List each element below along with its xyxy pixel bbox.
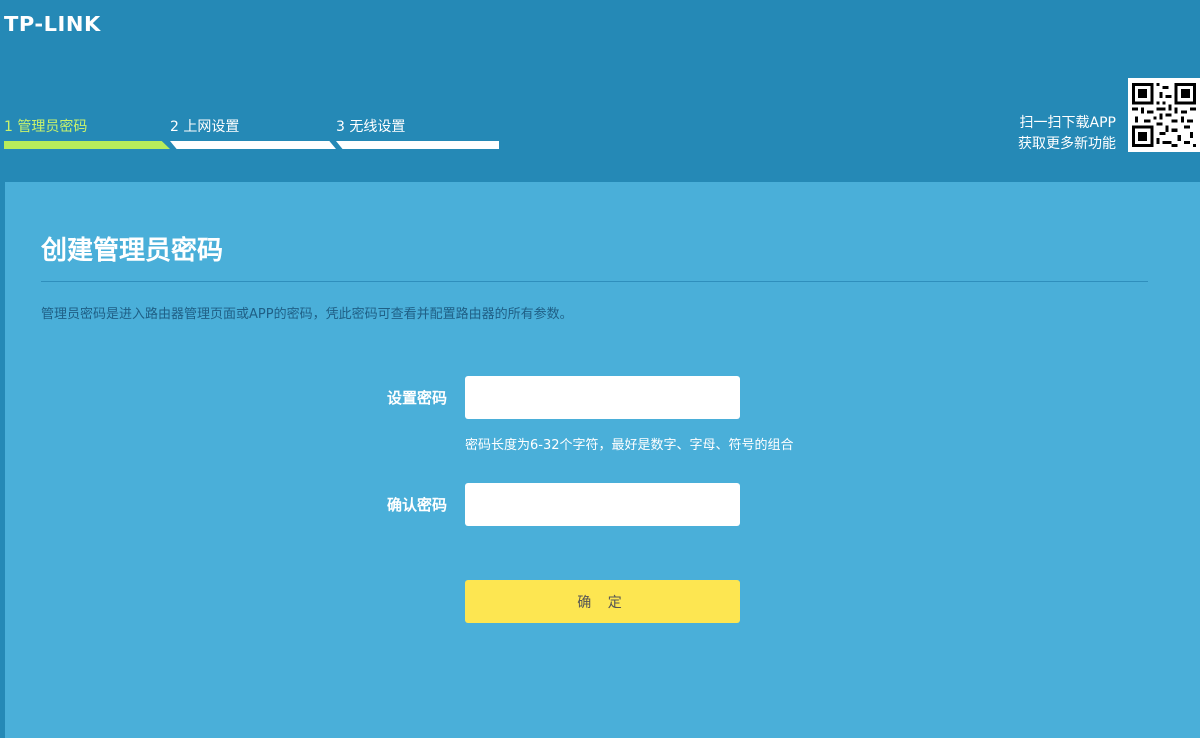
qr-code-graphic xyxy=(1132,83,1196,147)
left-edge-strip xyxy=(0,182,5,738)
confirm-button[interactable]: 确 定 xyxy=(465,580,740,623)
step-wireless-settings: 3 无线设置 xyxy=(336,112,504,152)
qr-code-icon xyxy=(1128,78,1200,152)
app-download-promo: 扫一扫下载APP 获取更多新功能 xyxy=(1018,113,1116,155)
main-panel: 创建管理员密码 管理员密码是进入路由器管理页面或APP的密码，凭此密码可查看并配… xyxy=(5,182,1200,738)
step-progress-bar xyxy=(170,141,336,149)
password-field[interactable] xyxy=(465,376,740,419)
confirm-password-label: 确认密码 xyxy=(386,496,447,514)
setup-steps: 1 管理员密码 2 上网设置 3 无线设置 xyxy=(4,112,504,152)
step-label: 2 上网设置 xyxy=(170,119,240,135)
header: TP-LINK 1 管理员密码 2 上网设置 3 无线设置 扫一扫下载APP 获… xyxy=(0,0,1200,182)
title-divider xyxy=(41,281,1148,282)
page-title: 创建管理员密码 xyxy=(41,236,224,266)
step-label: 1 管理员密码 xyxy=(4,119,88,135)
confirm-password-field[interactable] xyxy=(465,483,740,526)
app-promo-line1: 扫一扫下载APP xyxy=(1019,115,1116,131)
step-progress-bar xyxy=(4,141,170,149)
password-hint: 密码长度为6-32个字符，最好是数字、字母、符号的组合 xyxy=(465,438,794,453)
step-admin-password: 1 管理员密码 xyxy=(4,112,172,152)
step-label: 3 无线设置 xyxy=(336,119,406,135)
step-progress-bar xyxy=(336,141,499,149)
app-promo-line2: 获取更多新功能 xyxy=(1018,136,1116,152)
page-description: 管理员密码是进入路由器管理页面或APP的密码，凭此密码可查看并配置路由器的所有参… xyxy=(41,307,573,322)
password-label: 设置密码 xyxy=(386,389,447,407)
step-internet-settings: 2 上网设置 xyxy=(170,112,338,152)
tp-link-logo: TP-LINK xyxy=(4,12,101,36)
